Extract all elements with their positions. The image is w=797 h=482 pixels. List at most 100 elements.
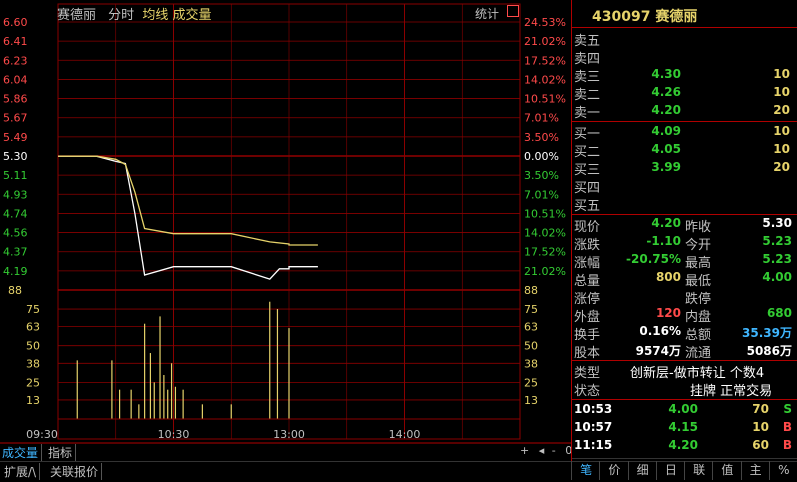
stat-label: 涨停 (574, 292, 601, 307)
price-tick-label: 5.49 (3, 131, 28, 144)
order-book-row[interactable]: 买三 3.99 20 (574, 159, 794, 178)
stat-label: 跌停 (685, 292, 712, 307)
stat-label: 最低 (685, 274, 712, 289)
zoom-out-button[interactable]: - (552, 444, 556, 457)
order-book-row[interactable]: 买一 4.09 10 (574, 123, 794, 142)
order-book-row[interactable]: 卖四 (574, 48, 794, 67)
stat-label: 涨跌 (574, 238, 601, 253)
left-arrow-icon[interactable]: ◂ (539, 444, 545, 457)
stat-label: 今开 (685, 238, 712, 253)
stat-label: 总量 (574, 274, 601, 289)
quote-tab[interactable]: 日 (655, 461, 685, 480)
order-level-label: 卖三 (574, 70, 601, 85)
quote-tab[interactable]: % (768, 461, 797, 480)
quote-tab[interactable]: 价 (599, 461, 628, 480)
volume-tick-label-right: 38 (524, 357, 538, 370)
chart-header: 赛德丽 分时 均线 成交量 (57, 4, 211, 23)
stats-button[interactable]: 统计 (475, 5, 499, 22)
volume-tick-label: 75 (26, 303, 40, 316)
expand-icon[interactable] (507, 5, 519, 17)
order-volume: 10 (773, 67, 790, 81)
trade-price: 4.20 (668, 438, 698, 452)
quote-tab[interactable]: 主 (740, 461, 770, 480)
trade-time: 11:15 (574, 438, 613, 452)
order-level-label: 卖五 (574, 34, 601, 49)
trade-side: B (782, 438, 792, 452)
status-value: 挂牌 正常交易 (690, 384, 773, 399)
intraday-chart[interactable]: 6.60 24.53% 6.41 21.02% 6.23 17.52% 6.04 14.02%… (0, 0, 571, 461)
pct-tick-label: 7.01% (524, 188, 559, 201)
stat-value: 5.30 (762, 216, 792, 230)
related-quotes-tab[interactable]: 关联报价 (50, 463, 103, 480)
trade-volume: 60 (752, 438, 769, 452)
divider (572, 458, 797, 459)
volume-max-label-right: 88 (524, 284, 538, 297)
divider (572, 214, 797, 215)
stat-label: 涨幅 (574, 256, 601, 271)
price-tick-label: 4.56 (3, 227, 28, 240)
stat-value: 0.16% (639, 324, 681, 338)
stat-value: 4.00 (762, 270, 792, 284)
order-volume: 10 (773, 142, 790, 156)
zoom-in-button[interactable]: + (520, 444, 529, 457)
stat-label: 换手 (574, 328, 601, 343)
tab-indicator[interactable]: 指标 (48, 444, 77, 461)
order-level-label: 卖一 (574, 106, 601, 121)
stat-value: 800 (655, 270, 681, 284)
order-level-label: 卖四 (574, 52, 601, 67)
price-tick-label: 6.04 (3, 73, 28, 86)
pct-tick-label: 14.02% (524, 227, 566, 240)
time-tick-label: 09:30 (26, 428, 58, 441)
trade-volume: 70 (752, 402, 769, 416)
stat-value: -20.75% (626, 252, 681, 266)
volume-tick-label-right: 50 (524, 340, 538, 353)
legend-volume: 成交量 (172, 8, 212, 23)
divider (572, 360, 797, 361)
status-label: 状态 (574, 384, 601, 399)
legend-avg-line: 均线 (142, 8, 169, 23)
quote-title: 430097 赛德丽 (592, 9, 698, 25)
order-book-row[interactable]: 买四 (574, 177, 794, 196)
price-tick-label: 6.23 (3, 54, 28, 67)
volume-max-label: 88 (8, 284, 22, 297)
quote-tab[interactable]: 细 (627, 461, 657, 480)
expand-tab[interactable]: 扩展/\ (4, 463, 41, 480)
order-book-row[interactable]: 卖五 (574, 30, 794, 49)
order-price: 4.26 (651, 85, 681, 99)
price-tick-label: 6.41 (3, 35, 28, 48)
tab-volume[interactable]: 成交量 (2, 444, 43, 461)
tab-intraday[interactable]: 分时 (108, 8, 134, 23)
stat-label: 股本 (574, 346, 601, 361)
stat-value: 35.39万 (742, 326, 792, 340)
quote-tab[interactable]: 联 (684, 461, 713, 480)
price-series-line (58, 155, 318, 280)
order-level-label: 卖二 (574, 88, 601, 103)
order-book-row[interactable]: 买二 4.05 10 (574, 141, 794, 160)
pct-tick-label: 3.50% (524, 131, 559, 144)
price-tick-label: 4.19 (3, 265, 28, 278)
quote-tab[interactable]: 笔 (571, 461, 600, 480)
order-price: 4.30 (651, 67, 681, 81)
stat-value: 680 (766, 306, 792, 320)
order-book-row[interactable]: 卖三 4.30 10 (574, 66, 794, 85)
stat-value: 5086万 (746, 344, 792, 358)
order-book-row[interactable]: 卖一 4.20 20 (574, 102, 794, 121)
order-level-label: 买一 (574, 127, 601, 142)
pct-tick-label: 17.52% (524, 54, 566, 67)
order-book-row[interactable]: 买五 (574, 195, 794, 214)
time-tick-label: 10:30 (158, 428, 190, 441)
price-tick-label: 5.30 (3, 150, 28, 163)
quote-tab[interactable]: 值 (712, 461, 741, 480)
stat-label: 最高 (685, 256, 712, 271)
price-tick-label: 5.67 (3, 112, 28, 125)
volume-tick-label: 63 (26, 321, 40, 334)
pct-tick-label: 10.51% (524, 93, 566, 106)
order-price: 4.09 (651, 124, 681, 138)
volume-tick-label: 13 (26, 394, 40, 407)
order-price: 3.99 (651, 160, 681, 174)
price-tick-label: 4.93 (3, 188, 28, 201)
trade-time: 10:57 (574, 420, 613, 434)
pct-tick-label: 24.53% (524, 16, 566, 29)
order-book-row[interactable]: 卖二 4.26 10 (574, 84, 794, 103)
stat-label: 内盘 (685, 310, 712, 325)
